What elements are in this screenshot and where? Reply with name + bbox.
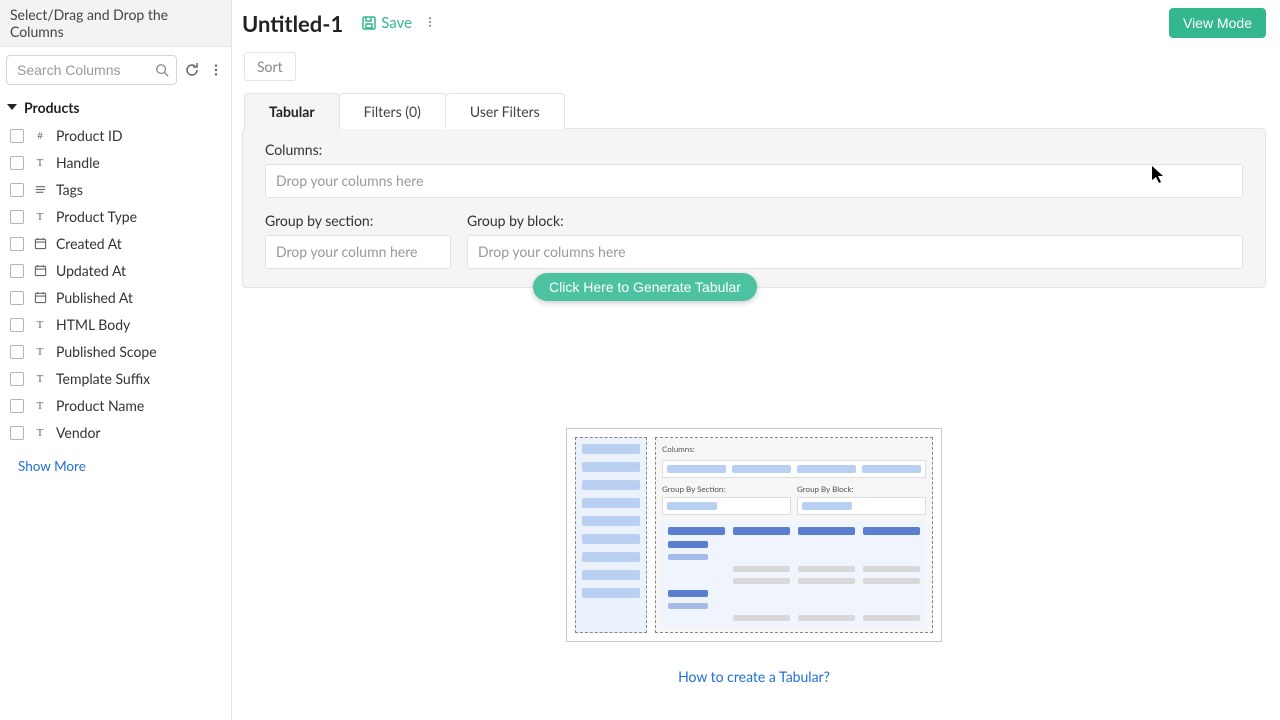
field-label: Product Type bbox=[56, 208, 137, 225]
field-checkbox[interactable] bbox=[10, 129, 24, 143]
tab-user-filters[interactable]: User Filters bbox=[445, 93, 565, 129]
field-checkbox[interactable] bbox=[10, 399, 24, 413]
document-title: Untitled-1 bbox=[242, 10, 343, 37]
diagram-gbb-label: Group By Block: bbox=[797, 484, 926, 494]
field-checkbox[interactable] bbox=[10, 345, 24, 359]
field-row[interactable]: T Product Type bbox=[10, 203, 227, 230]
date-type-icon bbox=[32, 263, 48, 279]
field-checkbox[interactable] bbox=[10, 372, 24, 386]
title-more-icon[interactable] bbox=[420, 13, 440, 34]
tab-tabular[interactable]: Tabular bbox=[244, 93, 340, 129]
field-label: Tags bbox=[56, 181, 83, 198]
field-label: Product Name bbox=[56, 397, 144, 414]
generate-tabular-button[interactable]: Click Here to Generate Tabular bbox=[533, 273, 757, 301]
field-checkbox[interactable] bbox=[10, 237, 24, 251]
field-checkbox[interactable] bbox=[10, 291, 24, 305]
how-to-link[interactable]: How to create a Tabular? bbox=[678, 668, 830, 685]
field-row[interactable]: T HTML Body bbox=[10, 311, 227, 338]
field-row[interactable]: T Template Suffix bbox=[10, 365, 227, 392]
diagram-gbs-label: Group By Section: bbox=[662, 484, 791, 494]
text-type-icon: T bbox=[32, 317, 48, 333]
field-checkbox[interactable] bbox=[10, 183, 24, 197]
text-type-icon: T bbox=[32, 398, 48, 414]
sidebar-header: Select/Drag and Drop the Columns bbox=[0, 0, 231, 47]
field-label: Template Suffix bbox=[56, 370, 150, 387]
field-label: Vendor bbox=[56, 424, 101, 441]
field-checkbox[interactable] bbox=[10, 426, 24, 440]
tag-type-icon bbox=[32, 182, 48, 198]
chevron-down-icon bbox=[6, 99, 18, 116]
sidebar-more-icon[interactable] bbox=[207, 61, 225, 79]
field-label: Published At bbox=[56, 289, 133, 306]
group-by-block-drop-zone[interactable]: Drop your columns here bbox=[467, 235, 1243, 269]
field-checkbox[interactable] bbox=[10, 318, 24, 332]
columns-drop-zone[interactable]: Drop your columns here bbox=[265, 164, 1243, 198]
group-by-section-label: Group by section: bbox=[265, 212, 451, 229]
sidebar-search-row bbox=[0, 47, 231, 93]
diagram-columns-label: Columns: bbox=[662, 444, 926, 454]
show-more-link[interactable]: Show More bbox=[0, 454, 231, 478]
field-checkbox[interactable] bbox=[10, 264, 24, 278]
field-label: Product ID bbox=[56, 127, 123, 144]
field-row[interactable]: T Published Scope bbox=[10, 338, 227, 365]
field-label: Updated At bbox=[56, 262, 126, 279]
save-button[interactable]: Save bbox=[361, 14, 412, 32]
refresh-icon[interactable] bbox=[183, 61, 201, 79]
field-label: HTML Body bbox=[56, 316, 130, 333]
text-type-icon: T bbox=[32, 344, 48, 360]
field-row[interactable]: Published At bbox=[10, 284, 227, 311]
field-row[interactable]: Tags bbox=[10, 176, 227, 203]
columns-sidebar: Select/Drag and Drop the Columns Product… bbox=[0, 0, 232, 720]
number-type-icon: # bbox=[32, 128, 48, 144]
field-group-header[interactable]: Products bbox=[0, 93, 231, 122]
text-type-icon: T bbox=[32, 209, 48, 225]
tabular-diagram: Columns: Group By Section: Group By Bloc… bbox=[566, 428, 942, 642]
save-icon bbox=[361, 15, 377, 31]
date-type-icon bbox=[32, 290, 48, 306]
group-by-section-drop-zone[interactable]: Drop your column here bbox=[265, 235, 451, 269]
config-panel: Columns: Drop your columns here Group by… bbox=[242, 128, 1266, 288]
text-type-icon: T bbox=[32, 155, 48, 171]
tab-filters[interactable]: Filters (0) bbox=[339, 93, 446, 129]
tab-filters-count: (0) bbox=[405, 103, 421, 120]
sort-button[interactable]: Sort bbox=[244, 52, 296, 81]
field-row[interactable]: T Handle bbox=[10, 149, 227, 176]
view-mode-button[interactable]: View Mode bbox=[1169, 8, 1266, 38]
text-type-icon: T bbox=[32, 425, 48, 441]
save-label: Save bbox=[381, 14, 412, 32]
field-list: # Product ID T Handle Tags T Product Type Creat… bbox=[0, 122, 231, 454]
field-row[interactable]: T Product Name bbox=[10, 392, 227, 419]
help-diagram-section: Columns: Group By Section: Group By Bloc… bbox=[242, 428, 1266, 685]
titlebar: Untitled-1 Save View Mode bbox=[242, 6, 1266, 44]
field-row[interactable]: # Product ID bbox=[10, 122, 227, 149]
search-icon bbox=[155, 63, 169, 77]
field-checkbox[interactable] bbox=[10, 210, 24, 224]
tab-filters-label: Filters bbox=[364, 103, 402, 120]
field-checkbox[interactable] bbox=[10, 156, 24, 170]
field-label: Published Scope bbox=[56, 343, 157, 360]
text-type-icon: T bbox=[32, 371, 48, 387]
field-row[interactable]: Updated At bbox=[10, 257, 227, 284]
search-input[interactable] bbox=[6, 55, 177, 85]
date-type-icon bbox=[32, 236, 48, 252]
field-label: Created At bbox=[56, 235, 122, 252]
field-row[interactable]: Created At bbox=[10, 230, 227, 257]
field-label: Handle bbox=[56, 154, 100, 171]
field-row[interactable]: T Vendor bbox=[10, 419, 227, 446]
columns-label: Columns: bbox=[265, 141, 1243, 158]
field-group-label: Products bbox=[24, 99, 80, 116]
config-tabs: Tabular Filters (0) User Filters bbox=[244, 93, 1266, 129]
group-by-block-label: Group by block: bbox=[467, 212, 1243, 229]
main-area: Untitled-1 Save View Mode Sort Tabular bbox=[232, 0, 1280, 720]
